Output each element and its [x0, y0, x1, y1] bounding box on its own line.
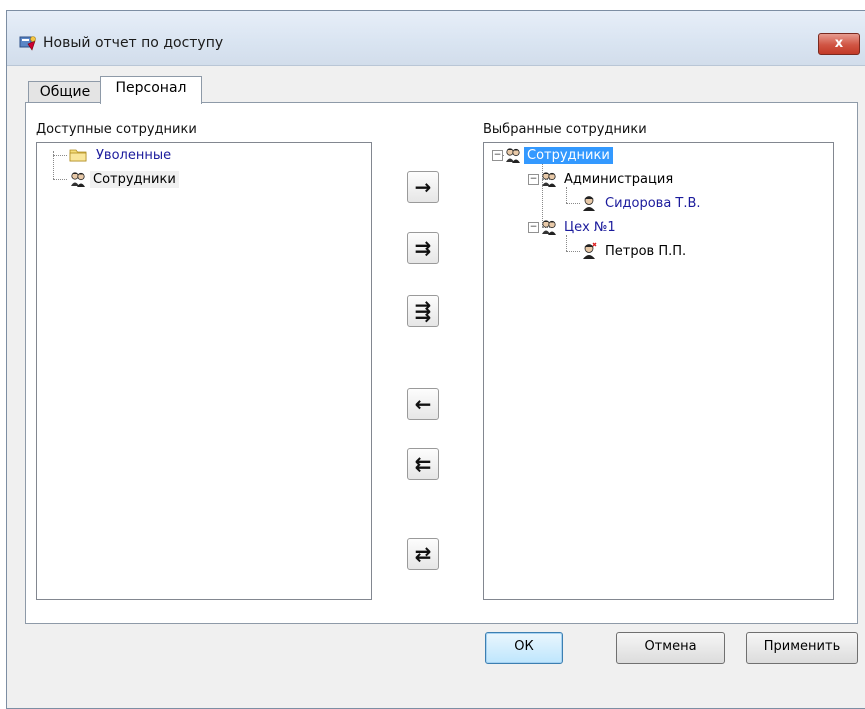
close-button[interactable]: x: [818, 33, 860, 55]
person-icon: [583, 196, 595, 211]
move-group-right-button[interactable]: ⇶: [407, 295, 439, 327]
swap-arrows-icon: ⇄: [414, 542, 432, 566]
collapse-toggle[interactable]: −: [528, 222, 539, 233]
swap-button[interactable]: ⇄: [407, 538, 439, 570]
tree-node-administration[interactable]: Администрация: [540, 169, 676, 189]
tree-node-label: Уволенные: [96, 147, 172, 163]
tree-node-label: Администрация: [564, 171, 674, 187]
tab-personnel[interactable]: Персонал: [100, 76, 202, 104]
tree-node-label: Петров П.П.: [605, 243, 687, 259]
people-group-icon: [542, 172, 556, 187]
selected-employees-label: Выбранные сотрудники: [483, 122, 647, 137]
move-all-left-button[interactable]: ⇇: [407, 448, 439, 480]
arrow-left-icon: ←: [414, 392, 432, 416]
tree-node-workshop-1[interactable]: Цех №1: [540, 217, 619, 237]
dialog-window: Новый отчет по доступу x Общие Персонал …: [6, 10, 865, 709]
tree-node-label: Сотрудники: [90, 170, 179, 188]
tree-node-employees-root[interactable]: Сотрудники: [504, 145, 613, 165]
people-group-icon: [506, 148, 520, 163]
cancel-button[interactable]: Отмена: [616, 632, 725, 664]
personnel-tab-panel: Доступные сотрудники Уволенные Сотрудник…: [25, 102, 858, 624]
people-group-icon: [542, 220, 556, 235]
move-right-button[interactable]: →: [407, 171, 439, 203]
tree-node-sidorova[interactable]: Сидорова Т.В.: [580, 193, 704, 213]
move-all-right-button[interactable]: ⇉: [407, 232, 439, 264]
tree-node-employees[interactable]: Сотрудники: [69, 169, 179, 189]
title-bar: Новый отчет по доступу x: [7, 11, 865, 66]
available-employees-label: Доступные сотрудники: [36, 122, 197, 137]
client-area: Общие Персонал Доступные сотрудники Увол…: [7, 66, 865, 708]
apply-button[interactable]: Применить: [746, 632, 858, 664]
window-title: Новый отчет по доступу: [43, 35, 224, 51]
tree-node-label: Цех №1: [564, 219, 616, 235]
tree-node-label: Сидорова Т.В.: [605, 195, 701, 211]
selected-employees-tree[interactable]: − Сотрудники − Администрация Сидорова Т.…: [483, 142, 834, 600]
folder-icon: [69, 149, 87, 162]
person-icon: [583, 242, 597, 259]
double-arrow-left-icon: ⇇: [414, 452, 432, 476]
available-employees-tree[interactable]: Уволенные Сотрудники: [36, 142, 372, 600]
tree-node-dismissed[interactable]: Уволенные: [69, 145, 174, 165]
collapse-toggle[interactable]: −: [492, 150, 503, 161]
tree-node-petrov[interactable]: Петров П.П.: [580, 241, 689, 261]
tree-node-label: Сотрудники: [524, 146, 613, 164]
dotted-double-arrow-right-icon: ⇶: [414, 299, 432, 323]
report-app-icon: [19, 36, 36, 51]
collapse-toggle[interactable]: −: [528, 174, 539, 185]
tab-general[interactable]: Общие: [28, 81, 102, 103]
move-left-button[interactable]: ←: [407, 388, 439, 420]
arrow-right-icon: →: [414, 175, 432, 199]
ok-button[interactable]: ОК: [485, 632, 563, 664]
double-arrow-right-icon: ⇉: [414, 236, 432, 260]
people-group-icon: [71, 172, 85, 187]
